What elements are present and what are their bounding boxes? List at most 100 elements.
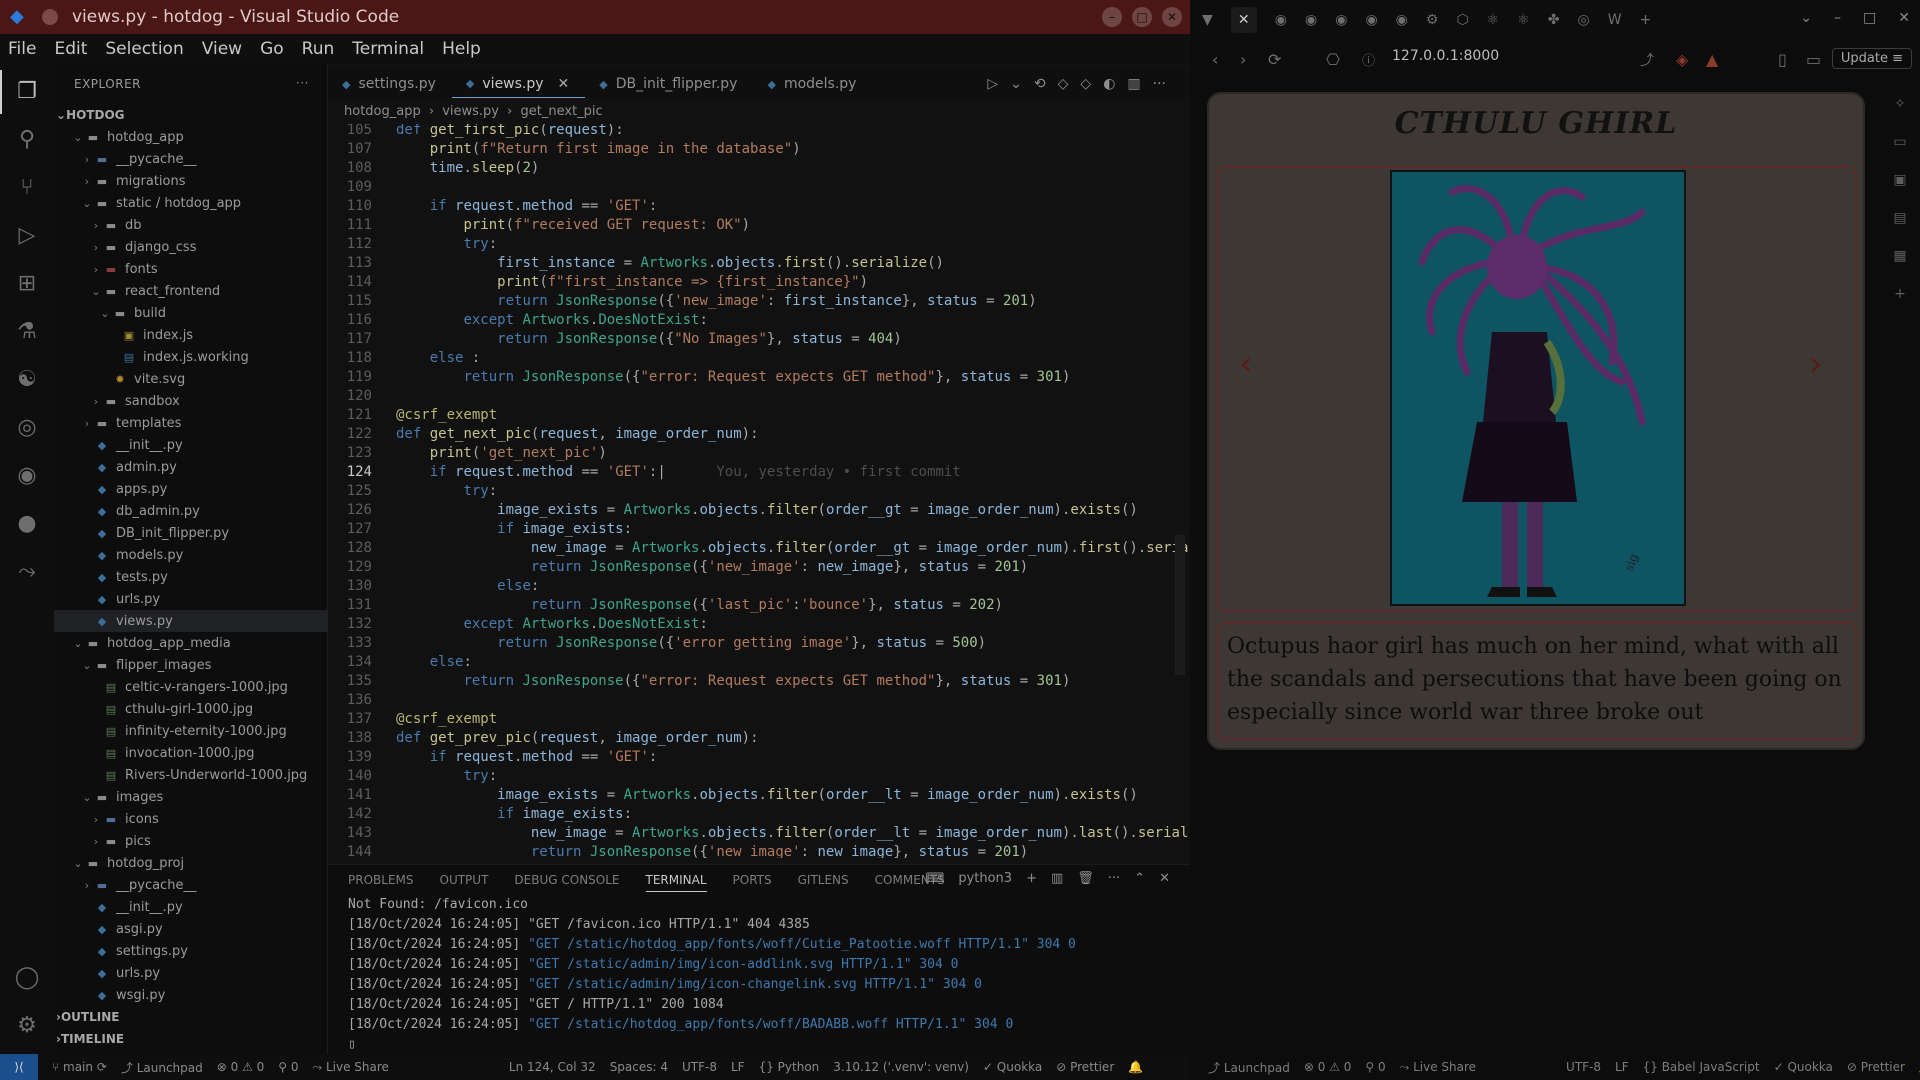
- add-terminal-icon[interactable]: +: [1026, 871, 1037, 886]
- address-bar[interactable]: 127.0.0.1:8000: [1392, 48, 1682, 72]
- brave-rewards-icon[interactable]: ▲: [1706, 50, 1718, 69]
- maximize-panel-icon[interactable]: ⌃: [1134, 871, 1145, 886]
- code-line[interactable]: 139 if request.method == 'GET':: [328, 749, 1190, 768]
- tab-output[interactable]: OUTPUT: [440, 873, 489, 892]
- tree-folder[interactable]: › ▬ __pycache__: [54, 148, 328, 170]
- wallet-icon[interactable]: ▣: [1893, 172, 1906, 188]
- close-button[interactable]: ✕: [1162, 7, 1182, 27]
- tree-folder[interactable]: › ▬ migrations: [54, 170, 328, 192]
- code-line[interactable]: 121 @csrf_exempt: [328, 407, 1190, 426]
- tree-file[interactable]: ◆ db_admin.py: [54, 500, 328, 522]
- browser-tab-icon[interactable]: ◉: [1305, 12, 1317, 28]
- menu-selection[interactable]: Selection: [105, 39, 183, 59]
- code-line[interactable]: 133 return JsonResponse({'error getting …: [328, 635, 1190, 654]
- brave-shields-icon[interactable]: ◈: [1676, 50, 1688, 69]
- code-line[interactable]: 136: [328, 692, 1190, 711]
- encoding-status[interactable]: UTF-8: [682, 1060, 717, 1074]
- browser-tab-icon[interactable]: ◉: [1275, 12, 1287, 28]
- close-tab-icon[interactable]: ✕: [558, 76, 570, 92]
- log-request[interactable]: "GET /static/admin/img/icon-addlink.svg …: [528, 957, 958, 972]
- code-line[interactable]: 112 try:: [328, 236, 1190, 255]
- tree-file[interactable]: ▤ index.js.working: [54, 346, 328, 368]
- tree-folder[interactable]: ⌄ ▬ images: [54, 786, 328, 808]
- tab-views-py[interactable]: ◆ views.py ✕: [451, 70, 586, 98]
- add-panel-icon[interactable]: +: [1894, 286, 1906, 302]
- menu-go[interactable]: Go: [260, 39, 284, 59]
- menu-view[interactable]: View: [202, 39, 242, 59]
- tree-folder[interactable]: ⌄ ▬ build: [54, 302, 328, 324]
- tree-file[interactable]: ◆ admin.py: [54, 456, 328, 478]
- timeline-section[interactable]: › TIMELINE: [54, 1028, 328, 1050]
- problems-status[interactable]: ⊗ 0 ⚠ 0: [1304, 1060, 1352, 1074]
- eol-status[interactable]: LF: [731, 1060, 745, 1074]
- tab-gitlens[interactable]: GITLENS: [798, 873, 849, 892]
- log-request[interactable]: "GET /static/hotdog_app/fonts/woff/BADAB…: [528, 1017, 1013, 1032]
- menu-terminal[interactable]: Terminal: [352, 39, 424, 59]
- tree-file[interactable]: ◆ wsgi.py: [54, 984, 328, 1006]
- remote-explorer-icon[interactable]: ◉: [13, 462, 41, 490]
- code-line[interactable]: 138 def get_prev_pic(request, image_order…: [328, 730, 1190, 749]
- gitlens-history-icon[interactable]: ⟲: [1034, 76, 1046, 92]
- code-line[interactable]: 125 try:: [328, 483, 1190, 502]
- tab-db-init-flipper-py[interactable]: ◆ DB_init_flipper.py: [585, 70, 753, 98]
- log-request[interactable]: "GET /static/hotdog_app/fonts/woff/Cutie…: [528, 937, 1076, 952]
- tree-file[interactable]: ▤ Rivers-Underworld-1000.jpg: [54, 764, 328, 786]
- quokka-status[interactable]: ✓ Quokka: [1774, 1060, 1833, 1074]
- chevron-down-icon[interactable]: ⌄: [1010, 76, 1022, 92]
- github-icon[interactable]: ●: [13, 510, 41, 538]
- maximize-button[interactable]: □: [1863, 10, 1876, 26]
- language-status[interactable]: {} Python: [759, 1060, 820, 1074]
- tab-models-py[interactable]: ◆ models.py: [753, 70, 872, 98]
- code-line[interactable]: 130 else:: [328, 578, 1190, 597]
- tree-folder[interactable]: › ▬ django_css: [54, 236, 328, 258]
- new-tab-icon[interactable]: +: [1640, 12, 1652, 28]
- tree-file[interactable]: ◆ models.py: [54, 544, 328, 566]
- reading-list-icon[interactable]: ▦: [1893, 248, 1906, 264]
- tree-folder[interactable]: › ▬ sandbox: [54, 390, 328, 412]
- tree-file[interactable]: ◆ DB_init_flipper.py: [54, 522, 328, 544]
- code-line[interactable]: 127 if image_exists:: [328, 521, 1190, 540]
- code-line[interactable]: 129 return JsonResponse({'new_image': ne…: [328, 559, 1190, 578]
- tree-file[interactable]: ◆ tests.py: [54, 566, 328, 588]
- tree-folder[interactable]: › ▬ icons: [54, 808, 328, 830]
- launchpad-status[interactable]: ⤴ Launchpad: [1208, 1059, 1290, 1076]
- code-line[interactable]: 144 return JsonResponse({'new_image': ne…: [328, 844, 1190, 858]
- code-line[interactable]: 119 return JsonResponse({"error: Request…: [328, 369, 1190, 388]
- ports-status[interactable]: ⚲ 0: [1365, 1060, 1385, 1074]
- next-arrow-icon[interactable]: ›: [1809, 344, 1823, 384]
- code-line[interactable]: 137 @csrf_exempt: [328, 711, 1190, 730]
- python-interpreter[interactable]: 3.10.12 ('.venv': venv): [833, 1060, 969, 1074]
- run-file-icon[interactable]: ▷: [987, 76, 998, 92]
- tree-folder[interactable]: › ▬ templates: [54, 412, 328, 434]
- editor-scrollbar[interactable]: [1175, 535, 1185, 675]
- bookmarks-icon[interactable]: ▤: [1893, 210, 1906, 226]
- log-request[interactable]: "GET /static/admin/img/icon-changelink.s…: [528, 977, 982, 992]
- browser-tab-icon[interactable]: ⚛: [1517, 12, 1530, 28]
- browser-tab-icon[interactable]: ◎: [1578, 12, 1590, 28]
- open-changes-icon[interactable]: ◐: [1103, 76, 1115, 92]
- browser-tab-icon[interactable]: ✤: [1548, 12, 1560, 28]
- previous-arrow-icon[interactable]: ‹: [1239, 344, 1253, 384]
- maximize-button[interactable]: □: [1132, 7, 1152, 27]
- menu-help[interactable]: Help: [442, 39, 481, 59]
- code-line[interactable]: 118 else :: [328, 350, 1190, 369]
- tab-terminal[interactable]: TERMINAL: [645, 873, 707, 892]
- tree-folder[interactable]: ⌄ ▬ react_frontend: [54, 280, 328, 302]
- live-share-status[interactable]: ⤳ Live Share: [1400, 1060, 1476, 1075]
- browser-tab-icon[interactable]: ⬡: [1456, 12, 1468, 28]
- terminal-output[interactable]: Not Found: /favicon.ico [18/Oct/2024 16:2…: [348, 897, 1076, 1057]
- previous-change-icon[interactable]: ◇: [1058, 76, 1069, 92]
- code-line[interactable]: 128 new_image = Artworks.objects.filter(…: [328, 540, 1190, 559]
- update-button[interactable]: Update ≡: [1831, 48, 1912, 69]
- tree-file[interactable]: ▤ invocation-1000.jpg: [54, 742, 328, 764]
- language-status[interactable]: {} Babel JavaScript: [1643, 1060, 1760, 1074]
- tree-file[interactable]: ◆ __init__.py: [54, 896, 328, 918]
- code-line[interactable]: 105 def get_first_pic(request):: [328, 124, 1190, 141]
- code-line[interactable]: 126 image_exists = Artworks.objects.filt…: [328, 502, 1190, 521]
- reload-icon[interactable]: ⟳: [1268, 50, 1281, 69]
- problems-status[interactable]: ⊗ 0 ⚠ 0: [217, 1060, 265, 1074]
- split-terminal-icon[interactable]: ▥: [1051, 871, 1063, 886]
- prettier-status[interactable]: ⊘ Prettier: [1847, 1060, 1905, 1074]
- tree-file[interactable]: ◆ asgi.py: [54, 918, 328, 940]
- code-line[interactable]: 110 if request.method == 'GET':: [328, 198, 1190, 217]
